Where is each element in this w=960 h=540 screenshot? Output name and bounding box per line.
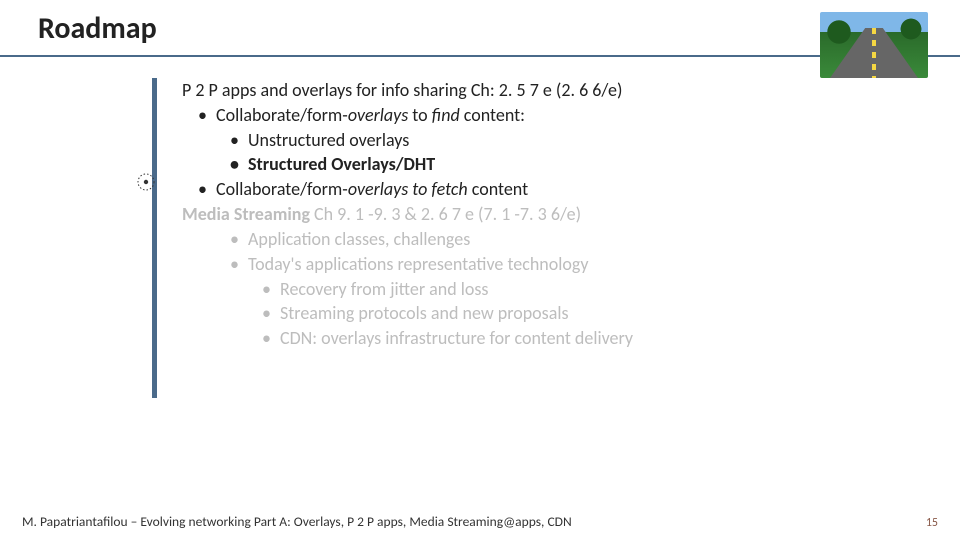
section1-heading: P 2 P apps and overlays for info sharing…	[182, 78, 872, 103]
bullet-recovery: Recovery from jitter and loss	[262, 277, 872, 302]
page-number: 15	[926, 516, 938, 530]
bullet-app-classes: Application classes, challenges	[230, 227, 872, 252]
bullet-collab-fetch: Collaborate/form-overlays to fetch conte…	[198, 177, 872, 202]
marker-dot-icon	[136, 172, 156, 192]
bullet-streaming-protocols: Streaming protocols and new proposals	[262, 301, 872, 326]
road-image	[820, 12, 928, 78]
bullet-unstructured: Unstructured overlays	[230, 128, 872, 153]
bullet-cdn: CDN: overlays infrastructure for content…	[262, 326, 872, 351]
footer-text: M. Papatriantafilou – Evolving networkin…	[22, 513, 572, 530]
footer: M. Papatriantafilou – Evolving networkin…	[22, 513, 938, 530]
vertical-bar	[152, 78, 157, 398]
title-rule	[0, 55, 960, 57]
page-title: Roadmap	[0, 0, 960, 55]
section2-heading: Media Streaming Ch 9. 1 -9. 3 & 2. 6 7 e…	[182, 202, 872, 227]
bullet-structured-dht: Structured Overlays/DHT	[230, 152, 872, 177]
content-block: P 2 P apps and overlays for info sharing…	[152, 78, 872, 351]
bullet-today-apps: Today's applications representative tech…	[230, 252, 872, 277]
bullet-collab-find: Collaborate/form-overlays to find conten…	[198, 103, 872, 128]
